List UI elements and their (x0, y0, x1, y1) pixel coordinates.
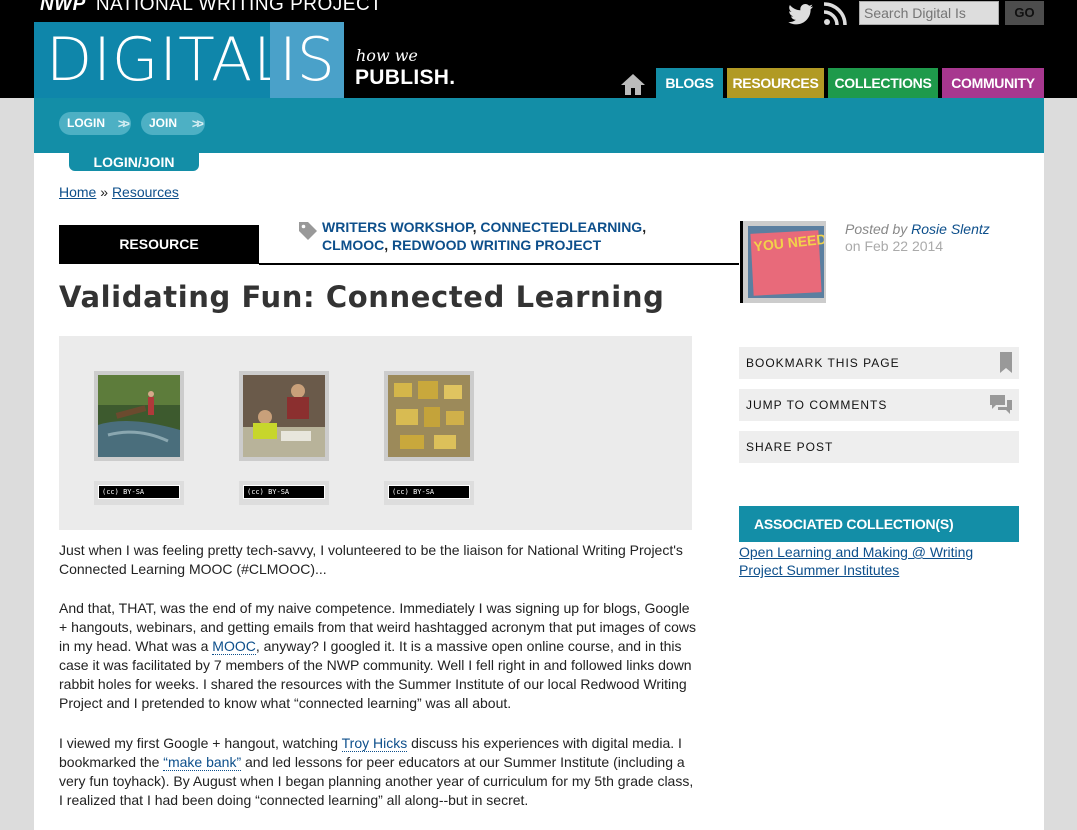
article-paragraph-2: And that, THAT, was the end of my naive … (59, 599, 699, 713)
creek-photo (98, 375, 180, 457)
cc-by-sa-badge: (cc) BY-SA (388, 485, 470, 499)
associated-collection-link[interactable]: Open Learning and Making @ Writing Proje… (739, 543, 1009, 579)
post-date: on Feb 22 2014 (845, 238, 944, 254)
content-type-label: RESOURCE (59, 225, 259, 264)
classroom-photo (243, 375, 325, 457)
chevron-right-icon: >> (191, 116, 204, 131)
digital-is-logo[interactable]: DIGITAL (34, 22, 270, 98)
comments-icon (990, 395, 1012, 414)
twitter-icon[interactable] (788, 2, 814, 26)
license-badge[interactable]: (cc) BY-SA (94, 481, 184, 505)
breadcrumb: Home » Resources (59, 184, 179, 200)
login-button[interactable]: LOGIN >> (59, 112, 131, 135)
tag-link[interactable]: REDWOOD WRITING PROJECT (392, 237, 601, 253)
search-go-button[interactable]: GO (1005, 1, 1044, 25)
chevron-right-icon: >> (117, 116, 130, 131)
posted-by: Posted by Rosie Slentz (845, 220, 990, 238)
nav-tab-resources[interactable]: RESOURCES (727, 68, 824, 98)
mooc-link[interactable]: MOOC (212, 638, 256, 655)
tag-icon (299, 222, 317, 240)
tag-link[interactable]: CONNECTEDLEARNING (480, 219, 642, 235)
jump-to-comments-button[interactable]: JUMP TO COMMENTS (739, 389, 1019, 421)
rss-icon[interactable] (823, 2, 849, 26)
share-label: SHARE POST (746, 440, 834, 454)
bookmark-icon (1000, 352, 1012, 373)
home-icon[interactable] (620, 72, 646, 96)
paragraph-text: I viewed my first Google + hangout, watc… (59, 735, 342, 751)
author-link[interactable]: Rosie Slentz (911, 221, 990, 237)
associated-collections-header: ASSOCIATED COLLECTION(S) (739, 506, 1019, 542)
tag-link[interactable]: CLMOOC (322, 237, 384, 253)
nwp-name: NATIONAL WRITING PROJECT (95, 0, 383, 15)
cc-by-sa-badge: (cc) BY-SA (243, 485, 325, 499)
article-paragraph-3: I viewed my first Google + hangout, watc… (59, 734, 699, 810)
digital-is-logo-is[interactable]: IS (270, 22, 344, 98)
bookmark-label: BOOKMARK THIS PAGE (746, 356, 900, 370)
author-avatar[interactable]: YOU NEED TO BE AWESOME (740, 221, 826, 303)
nav-tab-blogs[interactable]: BLOGS (656, 68, 723, 98)
login-join-tab[interactable]: LOGIN/JOIN (69, 153, 199, 171)
author-photo: YOU NEED TO BE AWESOME (748, 226, 824, 298)
gallery-thumbnail-creek[interactable] (94, 371, 184, 461)
share-post-button[interactable]: SHARE POST (739, 431, 1019, 463)
join-label: JOIN (149, 116, 178, 130)
title-divider (259, 263, 739, 265)
cc-by-sa-badge: (cc) BY-SA (98, 485, 180, 499)
nwp-banner[interactable]: NWP NATIONAL WRITING PROJECT (40, 0, 382, 16)
troy-hicks-link[interactable]: Troy Hicks (341, 735, 408, 752)
article-paragraph-1: Just when I was feeling pretty tech-savv… (59, 542, 683, 577)
nwp-logo-mark: NWP (40, 0, 86, 15)
bookmark-button[interactable]: BOOKMARK THIS PAGE (739, 347, 1019, 379)
breadcrumb-separator: » (100, 184, 109, 200)
login-label: LOGIN (67, 116, 105, 130)
tag-link[interactable]: WRITERS WORKSHOP (322, 219, 473, 235)
page-title: Validating Fun: Connected Learning (59, 280, 665, 314)
nav-tab-collections[interactable]: COLLECTIONS (828, 68, 938, 98)
breadcrumb-resources[interactable]: Resources (112, 184, 179, 200)
tag-list: WRITERS WORKSHOP, CONNECTEDLEARNING, CLMO… (322, 219, 647, 253)
search-input[interactable] (859, 1, 999, 25)
comments-label: JUMP TO COMMENTS (746, 398, 888, 412)
tagline-big: PUBLISH. (355, 66, 456, 89)
posted-by-label: Posted by (845, 221, 908, 237)
gallery-thumbnail-gold-objects[interactable] (384, 371, 474, 461)
tagline-small: how we (356, 46, 418, 65)
join-button[interactable]: JOIN >> (141, 112, 205, 135)
breadcrumb-home[interactable]: Home (59, 184, 96, 200)
license-badge[interactable]: (cc) BY-SA (384, 481, 474, 505)
license-badge[interactable]: (cc) BY-SA (239, 481, 329, 505)
gallery-thumbnail-classroom[interactable] (239, 371, 329, 461)
nav-tab-community[interactable]: COMMUNITY (942, 68, 1044, 98)
make-bank-link[interactable]: “make bank” (163, 754, 242, 771)
gold-objects-photo (388, 375, 470, 457)
